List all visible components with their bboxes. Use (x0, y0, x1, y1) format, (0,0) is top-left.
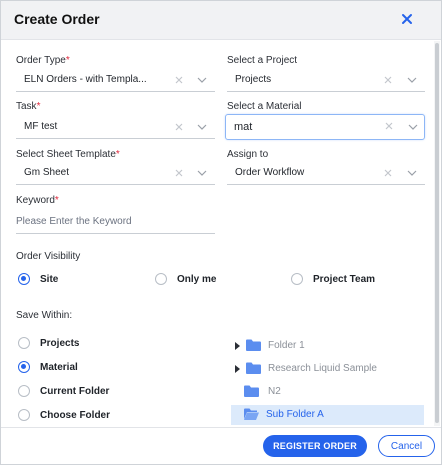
sheet-template-label: Select Sheet Template* (16, 149, 120, 160)
tree-item-folder-1[interactable]: Folder 1 (231, 336, 424, 356)
keyword-field[interactable] (16, 213, 215, 234)
scrollbar[interactable] (434, 41, 440, 426)
dialog-title: Create Order (14, 11, 100, 27)
tree-item-label: Research Liquid Sample (268, 363, 377, 374)
visibility-project-team-label[interactable]: Project Team (313, 274, 375, 285)
chevron-down-icon[interactable] (197, 76, 207, 84)
save-within-projects-label[interactable]: Projects (40, 338, 79, 349)
folder-icon (246, 339, 261, 351)
expand-arrow-icon[interactable] (235, 342, 240, 350)
save-within-projects-radio[interactable] (18, 337, 30, 349)
tree-item-sub-folder-a[interactable]: Sub Folder A (231, 405, 424, 425)
tree-item-n2[interactable]: N2 (231, 382, 424, 402)
clear-icon[interactable] (174, 75, 184, 85)
dialog-header: Create Order (1, 1, 441, 40)
cancel-button[interactable]: Cancel (378, 435, 435, 457)
create-order-dialog: Create Order Order Type* ELN Orders - wi… (0, 0, 442, 465)
close-icon[interactable] (399, 11, 415, 27)
keyword-label: Keyword* (16, 195, 59, 206)
keyword-input[interactable] (16, 216, 211, 227)
tree-item-label: Folder 1 (268, 340, 305, 351)
visibility-only-me-label[interactable]: Only me (177, 274, 216, 285)
save-within-choose-folder-label[interactable]: Choose Folder (40, 410, 110, 421)
save-within-material-radio[interactable] (18, 361, 30, 373)
clear-icon[interactable] (383, 75, 393, 85)
chevron-down-icon[interactable] (408, 123, 418, 131)
save-within-current-folder-radio[interactable] (18, 385, 30, 397)
clear-icon[interactable] (174, 122, 184, 132)
project-value: Projects (235, 74, 272, 85)
save-within-current-folder-label[interactable]: Current Folder (40, 386, 109, 397)
visibility-site-label[interactable]: Site (40, 274, 58, 285)
task-label: Task* (16, 101, 41, 112)
project-select[interactable]: Projects (227, 69, 425, 92)
order-type-label: Order Type* (16, 55, 70, 66)
sheet-template-select[interactable]: Gm Sheet (16, 162, 215, 185)
clear-icon[interactable] (383, 168, 393, 178)
chevron-down-icon[interactable] (407, 76, 417, 84)
folder-icon (244, 385, 259, 397)
folder-open-icon (244, 408, 259, 420)
clear-icon[interactable] (384, 121, 394, 131)
required-marker: * (54, 195, 59, 206)
material-select[interactable]: mat (225, 114, 425, 140)
scrollbar-thumb[interactable] (435, 43, 439, 423)
expand-arrow-icon[interactable] (235, 365, 240, 373)
save-within-choose-folder-radio[interactable] (18, 409, 30, 421)
save-within-label: Save Within: (16, 310, 73, 321)
order-visibility-label: Order Visibility (16, 251, 81, 262)
tree-item-label: N2 (268, 386, 281, 397)
sheet-template-value: Gm Sheet (24, 167, 70, 178)
visibility-project-team-radio[interactable] (291, 273, 303, 285)
assign-to-value: Order Workflow (235, 167, 305, 178)
required-marker: * (65, 55, 70, 66)
order-type-select[interactable]: ELN Orders - with Templa... (16, 69, 215, 92)
save-within-material-label[interactable]: Material (40, 362, 78, 373)
chevron-down-icon[interactable] (197, 123, 207, 131)
material-label: Select a Material (227, 101, 302, 112)
task-value: MF test (24, 121, 58, 132)
tree-item-label: Sub Folder A (266, 409, 324, 420)
assign-to-label: Assign to (227, 149, 269, 160)
clear-icon[interactable] (174, 168, 184, 178)
tree-item-research-liquid-sample[interactable]: Research Liquid Sample (231, 359, 424, 379)
order-type-value: ELN Orders - with Templa... (24, 74, 147, 85)
visibility-site-radio[interactable] (18, 273, 30, 285)
task-select[interactable]: MF test (16, 116, 215, 139)
folder-icon (246, 362, 261, 374)
visibility-only-me-radio[interactable] (155, 273, 167, 285)
register-order-button[interactable]: REGISTER ORDER (263, 435, 367, 457)
chevron-down-icon[interactable] (407, 169, 417, 177)
project-label: Select a Project (227, 55, 298, 66)
assign-to-select[interactable]: Order Workflow (227, 162, 425, 185)
dialog-footer: REGISTER ORDER Cancel (1, 427, 441, 464)
required-marker: * (115, 149, 120, 160)
required-marker: * (36, 101, 41, 112)
chevron-down-icon[interactable] (197, 169, 207, 177)
material-value: mat (234, 121, 253, 133)
